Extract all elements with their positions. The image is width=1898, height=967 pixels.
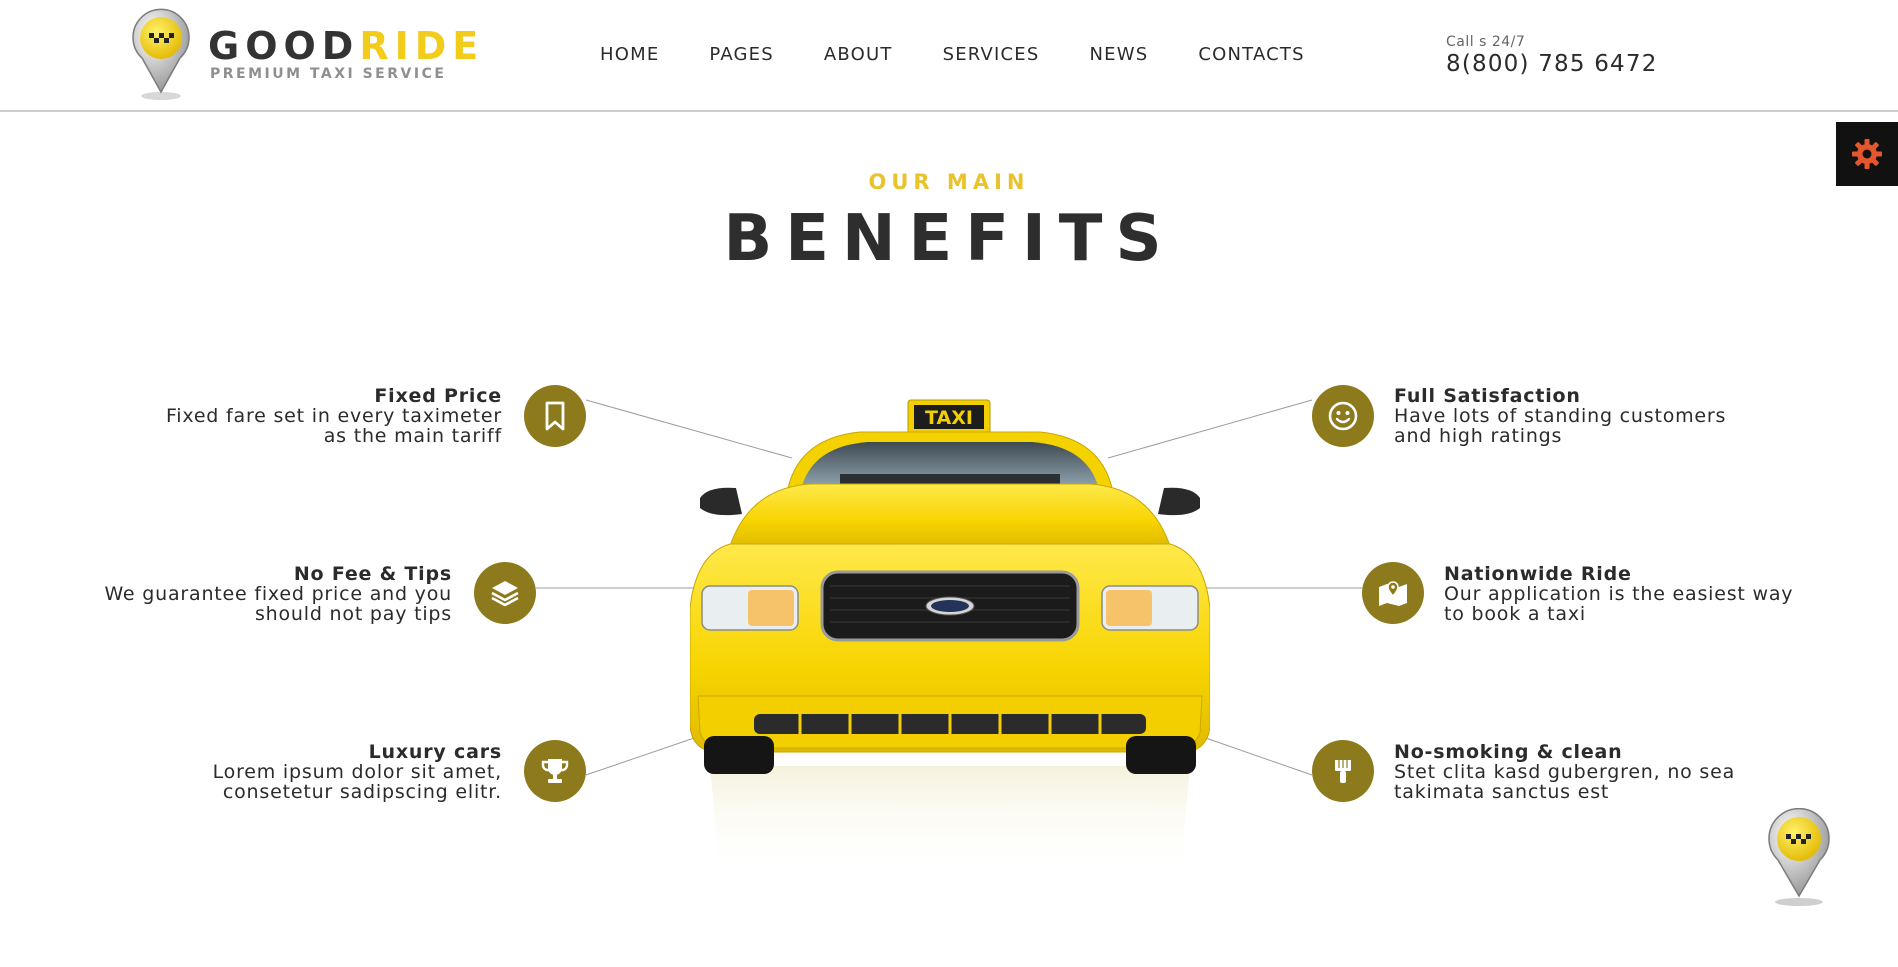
phone-number[interactable]: 8(800) 785 6472 (1446, 51, 1658, 77)
benefit-text-line: Stet clita kasd gubergren, no sea (1394, 761, 1736, 783)
benefit-text-line: Lorem ipsum dolor sit amet, (212, 761, 502, 783)
benefit-text-line: Fixed fare set in every taximeter (165, 405, 502, 427)
benefit-fixed-price: Fixed Price Fixed fare set in every taxi… (166, 386, 502, 446)
benefit-icon-full-satisfaction (1312, 385, 1374, 447)
main-nav: HOME PAGES ABOUT SERVICES NEWS CONTACTS (600, 44, 1305, 65)
benefit-no-fee: No Fee & Tips We guarantee fixed price a… (104, 564, 452, 624)
benefit-title: Nationwide Ride (1444, 563, 1632, 585)
taxi-sign-text: TAXI (925, 407, 973, 429)
nav-item-pages[interactable]: PAGES (709, 44, 773, 65)
benefit-icon-nationwide-ride (1362, 562, 1424, 624)
benefit-text-line: as the main tariff (323, 425, 502, 447)
benefit-text-line: takimata sanctus est (1394, 781, 1610, 803)
call-label: Call s 24/7 (1446, 34, 1526, 50)
benefit-title: No Fee & Tips (293, 563, 452, 585)
brand-tagline: PREMIUM TAXI SERVICE (210, 66, 447, 82)
nav-item-contacts[interactable]: CONTACTS (1198, 44, 1304, 65)
brand-name-part1: GOOD (208, 24, 360, 68)
benefit-title: No-smoking & clean (1394, 741, 1623, 763)
benefit-text-line: to book a taxi (1444, 603, 1586, 625)
connector-line (585, 735, 701, 776)
benefit-title: Full Satisfaction (1394, 385, 1581, 407)
connector-line (1199, 735, 1313, 776)
gear-icon (1852, 139, 1882, 169)
map-pin-icon (1379, 581, 1407, 606)
brand-logo[interactable]: GOODRIDE PREMIUM TAXI SERVICE (130, 6, 478, 102)
benefit-text-line: Our application is the easiest way (1444, 583, 1794, 605)
benefit-title: Luxury cars (368, 741, 502, 763)
bookmark-icon (545, 401, 565, 431)
benefit-nationwide-ride: Nationwide Ride Our application is the e… (1444, 564, 1793, 624)
benefit-text-line: consetetur sadipscing elitr. (222, 781, 502, 803)
contact-box: Call s 24/7 8(800) 785 6472 (1446, 34, 1658, 77)
smile-icon (1328, 401, 1358, 431)
site-header: GOODRIDE PREMIUM TAXI SERVICE HOME PAGES… (0, 0, 1898, 112)
trophy-icon (541, 759, 569, 783)
taxi-car-image: TAXI (690, 399, 1210, 876)
nav-item-about[interactable]: ABOUT (824, 44, 893, 65)
taxi-pin-icon[interactable] (1764, 808, 1834, 908)
benefit-text-line: Have lots of standing customers (1394, 405, 1727, 427)
benefit-icon-fixed-price (524, 385, 586, 447)
brand-name-part2: RIDE (359, 24, 485, 68)
section-title: BENEFITS (723, 202, 1175, 276)
benefit-icon-luxury-cars (524, 740, 586, 802)
benefit-text-line: We guarantee fixed price and you (104, 583, 452, 605)
taxi-pin-icon (132, 8, 190, 100)
brush-icon (1335, 757, 1351, 783)
benefit-full-satisfaction: Full Satisfaction Have lots of standing … (1394, 386, 1726, 446)
benefit-text-line: should not pay tips (254, 603, 452, 625)
benefit-no-smoking: No-smoking & clean Stet clita kasd guber… (1394, 742, 1735, 802)
benefit-title: Fixed Price (374, 385, 502, 407)
nav-item-news[interactable]: NEWS (1089, 44, 1148, 65)
layers-icon (491, 581, 519, 607)
nav-item-services[interactable]: SERVICES (943, 44, 1040, 65)
benefit-text-line: and high ratings (1394, 425, 1563, 447)
section-eyebrow: OUR MAIN (868, 170, 1030, 194)
nav-item-home[interactable]: HOME (600, 44, 659, 65)
benefit-luxury-cars: Luxury cars Lorem ipsum dolor sit amet, … (213, 742, 502, 802)
benefit-icon-no-fee (474, 562, 536, 624)
benefit-icon-no-smoking (1312, 740, 1374, 802)
brand-name: GOODRIDE (208, 24, 484, 68)
